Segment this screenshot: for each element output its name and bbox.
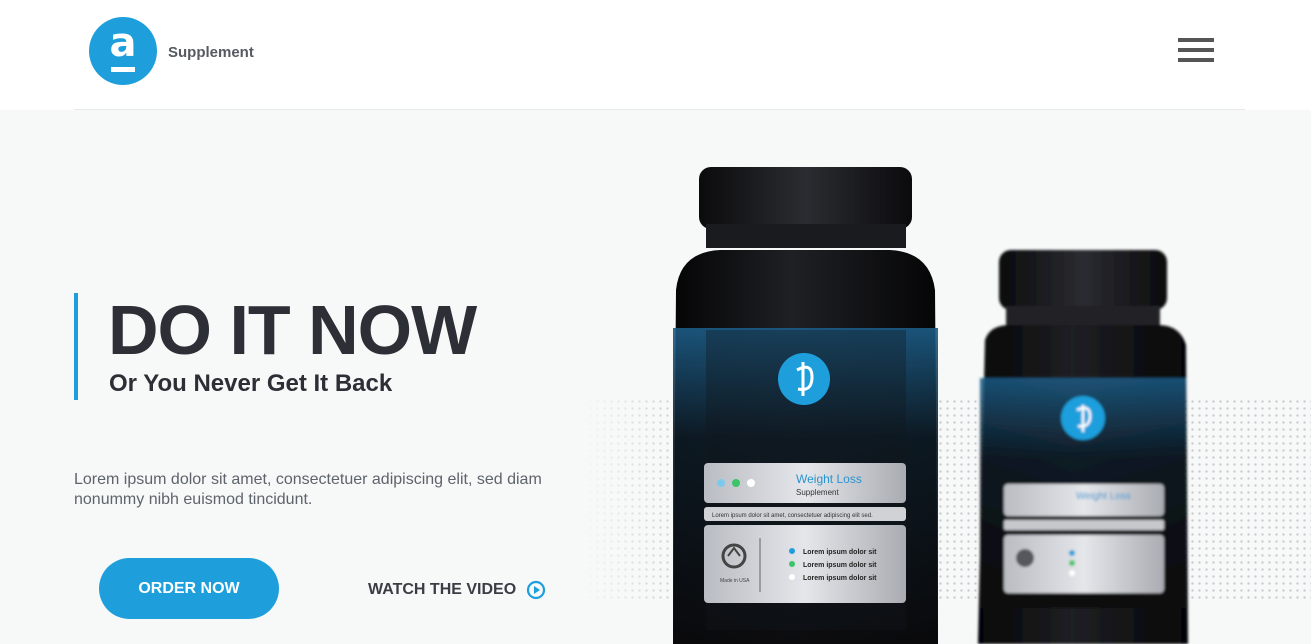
- small-bottle: Weight Loss: [978, 250, 1188, 644]
- label-bullet: Lorem ipsum dolor sit: [803, 549, 877, 556]
- label-line: Lorem ipsum dolor sit amet, consectetuer…: [712, 513, 873, 519]
- svg-text:Weight Loss: Weight Loss: [1076, 491, 1131, 502]
- label-bullet: Lorem ipsum dolor sit: [803, 575, 877, 582]
- large-bottle: Weight Loss Supplement Lorem ipsum dolor…: [673, 167, 938, 644]
- made-in-label: Made in USA: [720, 578, 750, 584]
- product-bottles-image: Weight Loss Weight Loss Supplement Lorem…: [673, 167, 1188, 644]
- label-subtitle: Supplement: [796, 488, 839, 497]
- label-bullet: Lorem ipsum dolor sit: [803, 562, 877, 569]
- label-title: Weight Loss: [796, 472, 862, 486]
